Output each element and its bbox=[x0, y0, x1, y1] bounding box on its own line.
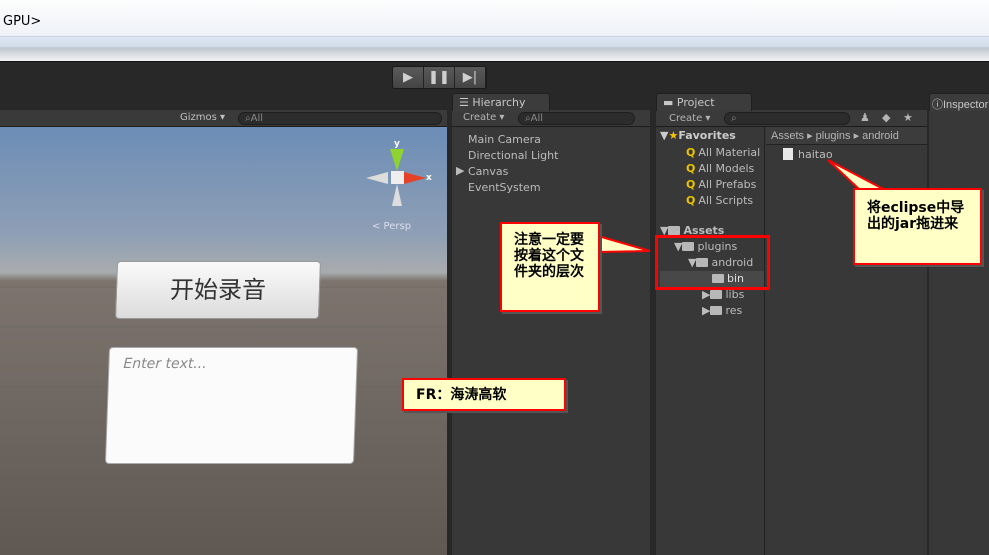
project-tab-label: Project bbox=[676, 96, 715, 109]
tab-inspector[interactable]: ⓘInspector bbox=[929, 93, 989, 111]
hierarchy-tab-label: Hierarchy bbox=[472, 96, 526, 109]
folder-note-callout: 注意一定要按着这个文件夹的层次 bbox=[500, 222, 600, 312]
inspector-tab-label: Inspector bbox=[943, 99, 989, 111]
tab-hierarchy[interactable]: ☰ Hierarchy bbox=[452, 93, 550, 111]
callout-pointers bbox=[597, 159, 886, 254]
jar-note-callout: 将eclipse中导出的jar拖进来 bbox=[853, 188, 982, 265]
credit-label: FR：海涛高软 bbox=[402, 378, 566, 411]
tab-project[interactable]: ▬ Project bbox=[656, 93, 752, 111]
